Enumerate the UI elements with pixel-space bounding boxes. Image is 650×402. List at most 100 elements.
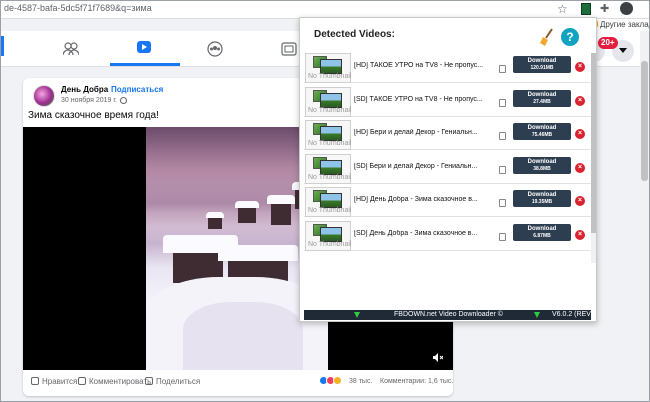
page-avatar[interactable] — [33, 85, 55, 107]
thumbnail-placeholder-icon — [320, 193, 342, 208]
delete-icon[interactable]: × — [575, 196, 585, 206]
video-thumbnail: No Thumbnail — [305, 187, 351, 217]
video-roof — [206, 212, 224, 218]
popup-footer: FBDOWN.net Video Downloader © V6.0.2 (RE… — [304, 310, 594, 320]
copy-link-icon[interactable] — [499, 165, 506, 174]
video-roof — [218, 245, 298, 261]
video-row: No Thumbnail [HD] Бери и делай Декор - Ге… — [304, 120, 591, 150]
video-snow — [183, 302, 303, 370]
nav-left-edge — [0, 36, 4, 56]
delete-icon[interactable]: × — [575, 129, 585, 139]
video-row: No Thumbnail [HD] ТАКОЕ УТРО на TV8 - Не … — [304, 53, 591, 83]
video-title: [SD] День Добра - Зима сказочное в... — [354, 229, 478, 237]
download-label: Download — [527, 91, 557, 98]
comment-label: Комментировать — [89, 377, 152, 386]
no-thumbnail-label: No Thumbnail — [308, 140, 352, 147]
comments-count[interactable]: Комментарии: 1,6 тыс. — [380, 378, 453, 385]
copy-link-icon[interactable] — [499, 65, 506, 73]
copy-link-icon[interactable] — [499, 98, 506, 107]
address-bar-url[interactable]: de-4587-bafa-5dc5f71f7689&q=зима — [4, 3, 152, 13]
no-thumbnail-label: No Thumbnail — [308, 207, 352, 214]
popup-scrollbar-thumb[interactable] — [591, 53, 596, 233]
watch-tab-active-indicator — [110, 63, 180, 66]
no-thumbnail-label: No Thumbnail — [308, 106, 352, 114]
video-row: No Thumbnail [SD] Бери и делай Декор - Ге… — [304, 153, 591, 184]
other-bookmarks-link[interactable]: Другие закладки — [600, 20, 650, 29]
like-button[interactable]: Нравится — [31, 377, 77, 386]
footer-version: V6.0.2 (REV) — [552, 311, 594, 318]
share-button[interactable]: Поделиться — [145, 377, 200, 386]
notification-badge: 20+ — [598, 37, 618, 49]
delete-icon[interactable]: × — [575, 229, 585, 240]
thumbnail-placeholder-icon — [320, 126, 342, 141]
download-label: Download — [527, 158, 557, 165]
page-scrollbar-thumb[interactable] — [641, 61, 648, 181]
profile-avatar-icon[interactable] — [620, 2, 633, 15]
popup-scrollbar[interactable] — [591, 53, 596, 263]
post-date[interactable]: 30 ноября 2019 г. · — [61, 97, 121, 104]
video-row: No Thumbnail [SD] ТАКОЕ УТРО на TV8 - Не … — [304, 86, 591, 117]
download-arrow-icon — [534, 312, 540, 318]
video-thumbnail: No Thumbnail — [305, 220, 351, 251]
broom-icon[interactable] — [540, 28, 554, 46]
help-icon[interactable]: ? — [561, 28, 579, 46]
thumbnail-placeholder-icon — [320, 226, 342, 242]
download-label: Download — [527, 125, 557, 131]
video-row: No Thumbnail [HD] День Добра - Зима сказо… — [304, 187, 591, 217]
subscribe-link[interactable]: Подписаться — [111, 85, 163, 94]
file-size: 120.91MB — [530, 65, 554, 71]
download-button[interactable]: Download 19.35MB — [513, 190, 571, 207]
file-size: 19.35MB — [531, 199, 553, 205]
video-row: No Thumbnail [SD] День Добра - Зима сказо… — [304, 220, 591, 251]
extensions-puzzle-icon[interactable]: ✚ — [600, 2, 609, 15]
video-title: [HD] ТАКОЕ УТРО на TV8 - Не пропус... — [354, 62, 484, 69]
popup-title: Detected Videos: — [314, 29, 395, 40]
wow-reaction-icon — [333, 376, 342, 385]
views-count: 38 тыс. — [349, 378, 373, 385]
chevron-down-icon — [619, 48, 627, 53]
gaming-icon[interactable] — [281, 41, 297, 57]
delete-icon[interactable]: × — [575, 95, 585, 106]
download-button[interactable]: Download 120.91MB — [513, 56, 571, 73]
video-house — [271, 203, 291, 225]
video-roof — [235, 201, 259, 208]
fbdown-popup: Detected Videos: ? No Thumbnail [HD] ТАКО… — [299, 17, 597, 322]
watch-video-icon[interactable] — [137, 41, 151, 53]
file-size: 38.8MB — [533, 165, 551, 172]
download-label: Download — [527, 58, 557, 64]
copy-link-icon[interactable] — [499, 132, 506, 140]
comment-button[interactable]: Комментировать — [78, 377, 151, 386]
download-button[interactable]: Download 27.4MB — [513, 89, 571, 107]
like-label: Нравится — [42, 377, 78, 386]
delete-icon[interactable]: × — [575, 162, 585, 173]
fbdown-extension-icon[interactable] — [581, 3, 591, 15]
file-size: 27.4MB — [533, 98, 551, 105]
file-size: 75.46MB — [531, 132, 553, 138]
post-author[interactable]: День Добра — [61, 85, 108, 94]
globe-icon — [120, 97, 127, 104]
thumbs-up-icon — [31, 377, 39, 385]
download-label: Download — [527, 225, 557, 232]
download-button[interactable]: Download 6.87MB — [513, 223, 571, 241]
no-thumbnail-label: No Thumbnail — [308, 173, 352, 181]
detected-videos-list: No Thumbnail [HD] ТАКОЕ УТРО на TV8 - Не … — [304, 53, 591, 263]
copy-link-icon[interactable] — [499, 232, 506, 241]
video-roof — [267, 195, 295, 204]
download-button[interactable]: Download 75.46MB — [513, 123, 571, 140]
download-button[interactable]: Download 38.8MB — [513, 156, 571, 174]
video-title: [SD] Бери и делай Декор - Гениальн... — [354, 162, 478, 170]
delete-icon[interactable]: × — [575, 62, 585, 72]
page-scrollbar[interactable] — [640, 31, 649, 401]
video-title: [HD] Бери и делай Декор - Гениальн... — [354, 129, 478, 136]
video-thumbnail: No Thumbnail — [305, 53, 351, 83]
post-text: Зима сказочное время года! — [28, 110, 159, 121]
mute-icon[interactable] — [433, 353, 443, 362]
bookmark-star-icon[interactable]: ☆ — [557, 2, 568, 16]
groups-icon[interactable] — [207, 41, 223, 57]
copy-link-icon[interactable] — [499, 199, 506, 207]
thumbnail-placeholder-icon — [320, 59, 342, 74]
no-thumbnail-label: No Thumbnail — [308, 73, 352, 80]
video-thumbnail: No Thumbnail — [305, 120, 351, 150]
friends-icon[interactable] — [63, 41, 79, 57]
footer-brand[interactable]: FBDOWN.net Video Downloader © — [394, 311, 503, 318]
